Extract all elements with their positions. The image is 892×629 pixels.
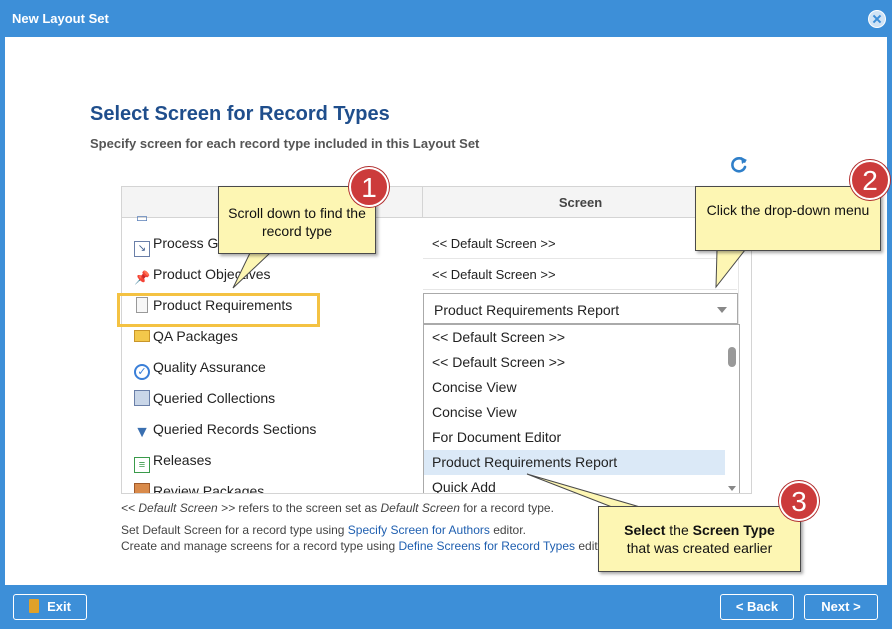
note-text: Create and manage screens for a record t…: [121, 539, 399, 553]
step-badge-3: 3: [779, 481, 819, 521]
exit-button-label: Exit: [47, 599, 71, 614]
dropdown-option[interactable]: << Default Screen >>: [424, 325, 739, 350]
row-name: 📌 Product Objectives: [134, 266, 271, 286]
pushpin-icon: 📌: [134, 270, 151, 285]
scroll-down-arrow-icon[interactable]: [728, 486, 736, 491]
table-row[interactable]: 📌 Product Objectives << Default Screen >>: [122, 259, 751, 290]
back-button[interactable]: < Back: [720, 594, 794, 620]
column-header-screen: Screen: [558, 195, 603, 210]
callout-text: Scroll down to find the record type: [228, 205, 366, 239]
row-name-text: Queried Records Sections: [153, 421, 317, 437]
page-subtitle: Specify screen for each record type incl…: [90, 136, 480, 151]
specify-screen-link[interactable]: Specify Screen for Authors: [348, 523, 490, 537]
callout-select: Select the Screen Type that was created …: [598, 506, 801, 572]
row-name: Queried Collections: [134, 390, 275, 406]
define-screens-link[interactable]: Define Screens for Record Types: [399, 539, 576, 553]
row-name: ✓ Quality Assurance: [134, 359, 266, 380]
note-text: for a record type.: [459, 501, 554, 515]
close-icon[interactable]: [868, 10, 886, 28]
dropdown-option-selected[interactable]: Product Requirements Report: [424, 450, 739, 475]
exit-button[interactable]: Exit: [13, 594, 87, 620]
screen-dropdown[interactable]: Product Requirements Report: [423, 293, 738, 324]
exit-door-icon: [29, 599, 40, 613]
check-circle-icon: ✓: [134, 364, 150, 380]
note-text: Set Default Screen for a record type usi…: [121, 523, 348, 537]
define-screens-note: Create and manage screens for a record t…: [121, 539, 598, 553]
dropdown-option[interactable]: Concise View: [424, 400, 739, 425]
row-name-text: Quality Assurance: [153, 359, 266, 375]
list-icon: ≡: [134, 457, 150, 473]
row-name: ≡ Releases: [134, 452, 211, 473]
callout-dropdown: Click the drop-down menu: [695, 186, 881, 251]
dropdown-scroll-thumb[interactable]: [728, 347, 736, 367]
chevron-down-icon[interactable]: [717, 307, 727, 313]
record-type-grid: Screen ▭ ↘ Process Gu << Default Screen >…: [121, 186, 752, 494]
callout-bold: Screen Type: [692, 522, 775, 538]
note-text: editor.: [489, 523, 526, 537]
row-name: QA Packages: [134, 328, 238, 344]
dropdown-option[interactable]: Concise View: [424, 375, 739, 400]
process-guide-icon: ↘: [134, 241, 150, 257]
dropdown-option[interactable]: Quick Add: [424, 475, 739, 493]
note-text: Default Screen: [380, 501, 460, 515]
row-name: ↘ Process Gu: [134, 235, 226, 257]
dialog-body: Select Screen for Record Types Specify s…: [5, 37, 887, 585]
specify-screen-note: Set Default Screen for a record type usi…: [121, 523, 526, 537]
row-name-text: Review Packages: [153, 483, 265, 494]
row-name-text: Product Objectives: [153, 266, 271, 282]
note-text: << Default Screen >>: [121, 501, 236, 515]
callout-text: Click the drop-down menu: [706, 202, 870, 218]
row-screen[interactable]: << Default Screen >>: [432, 236, 556, 251]
row-name-text: Releases: [153, 452, 212, 468]
row-name-text: Process Gu: [153, 235, 227, 251]
package-icon: [134, 483, 150, 493]
next-button[interactable]: Next >: [804, 594, 878, 620]
note-text: edit: [575, 539, 598, 553]
callout-bold: Select: [624, 522, 666, 538]
row-screen[interactable]: << Default Screen >>: [432, 267, 556, 282]
page-title: Select Screen for Record Types: [90, 103, 390, 125]
collections-icon: [134, 390, 150, 406]
row-icon-partial: ▭: [135, 210, 149, 225]
dropdown-option[interactable]: For Document Editor: [424, 425, 739, 450]
filter-icon: ▼: [134, 424, 150, 441]
screen-dropdown-value: Product Requirements Report: [434, 302, 620, 318]
row-name: Review Packages: [134, 483, 265, 494]
step-badge-1: 1: [349, 167, 389, 207]
table-row: ▭: [122, 210, 751, 225]
row-name-text: Queried Collections: [153, 390, 276, 406]
dropdown-scrollbar[interactable]: [725, 325, 739, 493]
refresh-icon[interactable]: [729, 155, 749, 175]
highlight-box: [117, 293, 320, 327]
dialog-title: New Layout Set: [12, 11, 109, 26]
row-name-text: QA Packages: [153, 328, 238, 344]
dialog-footer: Exit < Back Next >: [0, 585, 892, 629]
callout-line: Select the Screen Type: [599, 521, 800, 539]
screen-dropdown-list[interactable]: << Default Screen >> << Default Screen >…: [423, 324, 740, 493]
default-screen-note: << Default Screen >> refers to the scree…: [121, 501, 554, 515]
step-badge-2: 2: [850, 160, 890, 200]
table-row[interactable]: ↘ Process Gu << Default Screen >>: [122, 228, 751, 259]
title-bar: New Layout Set: [0, 0, 892, 37]
dropdown-option[interactable]: << Default Screen >>: [424, 350, 739, 375]
callout-text: that was created earlier: [626, 540, 773, 556]
note-text: refers to the screen set as: [235, 501, 381, 515]
folder-icon: [134, 330, 150, 342]
row-name: ▼ Queried Records Sections: [134, 421, 316, 441]
callout-text: the: [665, 522, 693, 538]
